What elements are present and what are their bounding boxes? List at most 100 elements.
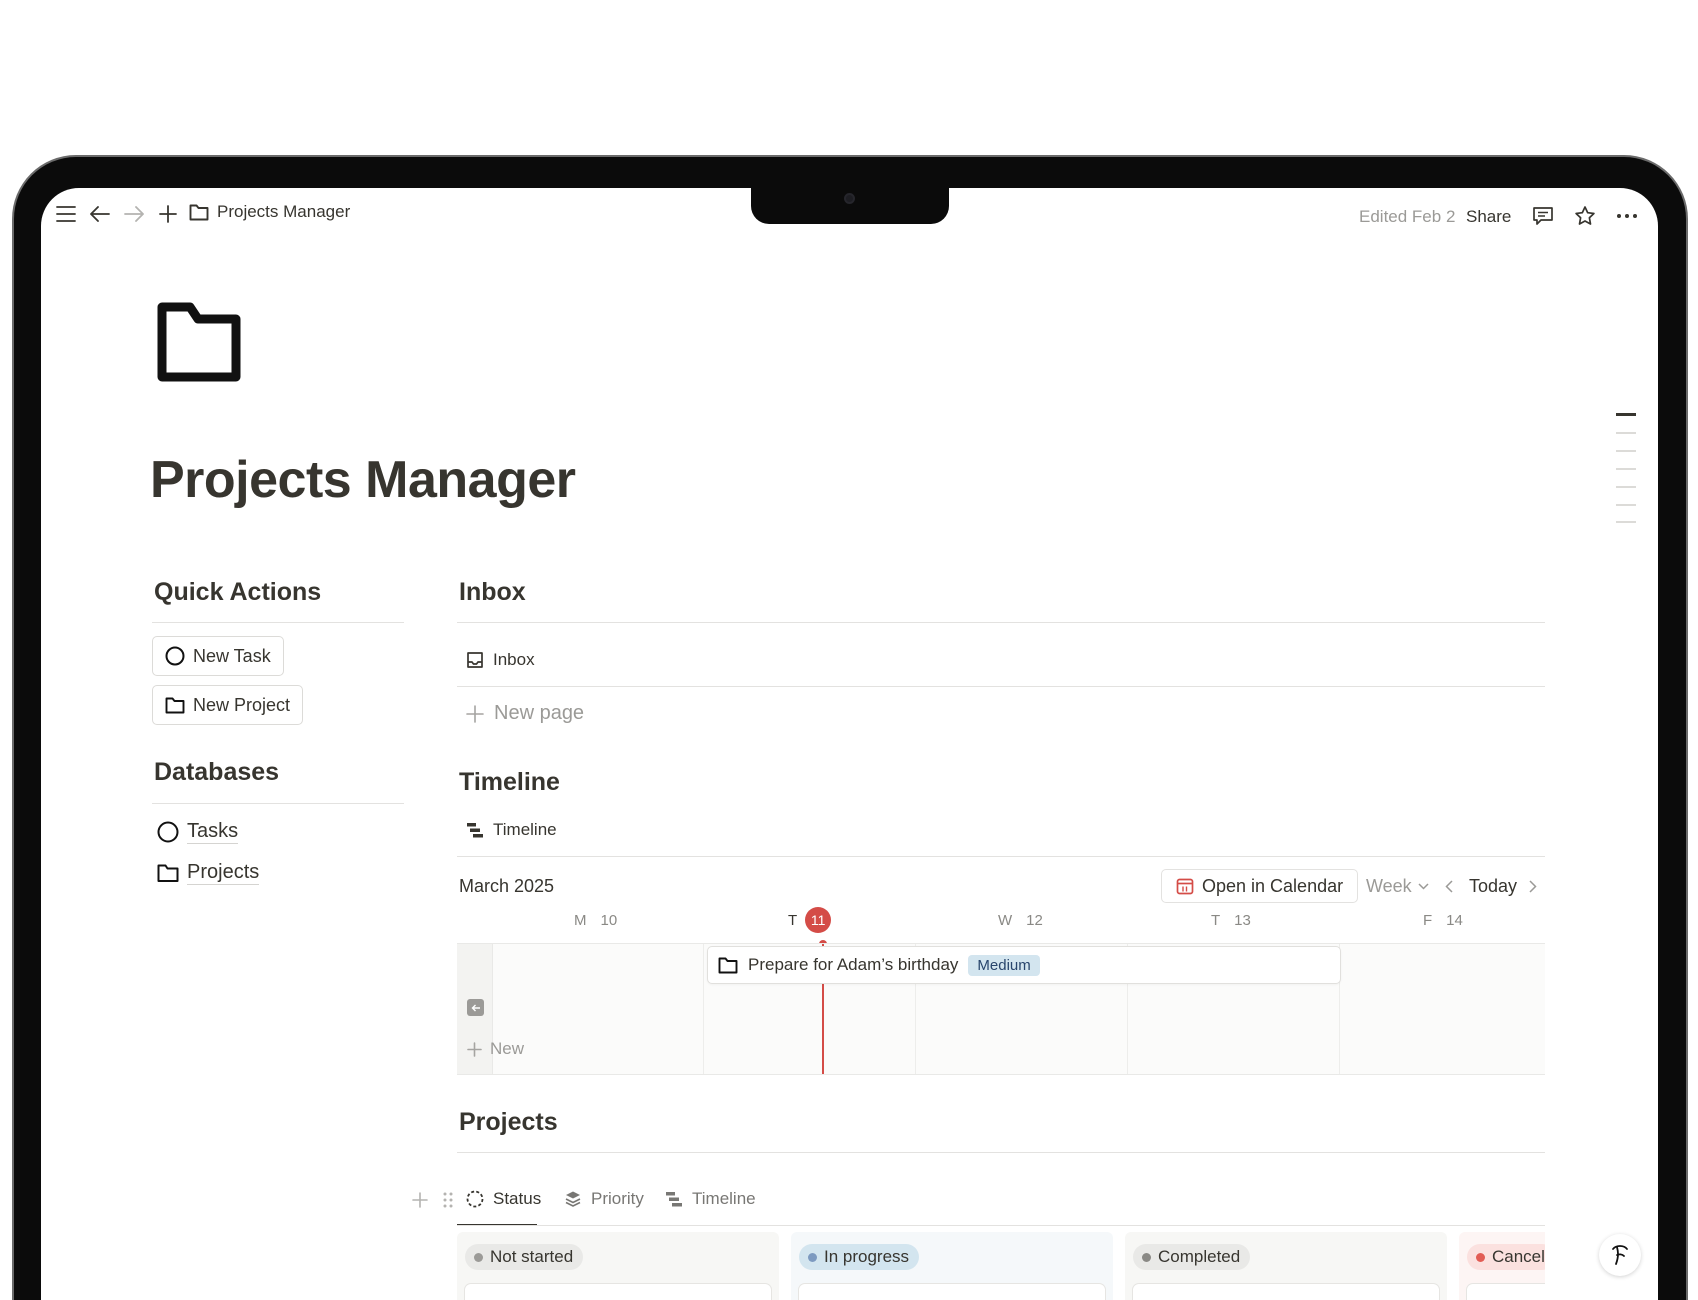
day-letter: T [788, 911, 798, 929]
quick-actions-divider [152, 622, 404, 623]
edited-timestamp: Edited Feb 2 [1359, 207, 1456, 226]
inbox-view-tab[interactable]: Inbox [466, 650, 535, 670]
page-title[interactable]: Projects Manager [150, 450, 576, 510]
day-header-fri: F 14 [1423, 912, 1463, 929]
inbox-view-label: Inbox [493, 650, 535, 669]
priority-tag: Medium [968, 954, 1040, 976]
day-header-mon: M 10 [574, 912, 617, 929]
card-placeholder[interactable] [1133, 1284, 1439, 1300]
timeline-new-button[interactable]: New [467, 1039, 524, 1059]
chevron-down-icon [1418, 883, 1429, 890]
day-number: 10 [600, 912, 618, 929]
tab-timeline[interactable]: Timeline [665, 1189, 756, 1209]
new-task-label: New Task [193, 645, 271, 666]
timeline-new-label: New [490, 1039, 525, 1058]
databases-divider [152, 803, 404, 804]
new-project-button[interactable]: New Project [152, 685, 304, 725]
timeline-view-label: Timeline [493, 820, 557, 839]
event-title: Prepare for Adam’s birthday [748, 955, 959, 974]
status-pill[interactable]: Not started [465, 1244, 584, 1270]
share-button[interactable]: Share [1466, 207, 1511, 227]
database-link-tasks[interactable]: Tasks [157, 820, 239, 844]
board-column-cancelled[interactable]: Cancel [1459, 1232, 1545, 1300]
new-task-button[interactable]: New Task [152, 636, 284, 676]
inbox-tray-icon [466, 651, 484, 669]
status-dot [1476, 1252, 1485, 1262]
quick-actions-heading: Quick Actions [154, 578, 322, 606]
timeline-icon [466, 822, 484, 838]
comments-icon[interactable] [1529, 202, 1557, 230]
favorite-star-icon[interactable] [1571, 202, 1599, 230]
plus-icon [466, 704, 484, 723]
page-outline[interactable] [1616, 413, 1636, 523]
day-header-thu: T 13 [1211, 912, 1251, 929]
folder-icon [157, 863, 179, 883]
day-number: 12 [1026, 912, 1043, 929]
drag-handle-icon[interactable] [441, 1191, 455, 1209]
camera-icon [844, 193, 855, 204]
new-page-label: New page [494, 702, 585, 724]
inbox-heading: Inbox [459, 578, 526, 606]
status-pill[interactable]: Completed [1133, 1244, 1251, 1270]
status-dot [474, 1252, 483, 1262]
tab-label: Priority [591, 1189, 644, 1208]
chevron-right-icon[interactable] [1523, 874, 1543, 898]
open-in-calendar-button[interactable]: Open in Calendar [1161, 869, 1359, 903]
forward-arrow-icon[interactable] [121, 201, 147, 227]
status-pill[interactable]: Cancel [1467, 1244, 1545, 1270]
day-letter: M [574, 912, 587, 929]
grid-line [703, 944, 704, 1074]
circle-icon [157, 821, 179, 843]
board-column-in-progress[interactable]: In progress [791, 1232, 1113, 1300]
timeline-view-divider [457, 856, 1545, 857]
status-label: Cancel [1492, 1247, 1545, 1266]
plus-icon [467, 1041, 482, 1057]
scroll-to-event-icon[interactable] [467, 999, 484, 1016]
ai-assistant-icon [1609, 1243, 1631, 1267]
breadcrumb-title: Projects Manager [217, 202, 351, 221]
database-link-projects[interactable]: Projects [157, 861, 260, 885]
day-header-tue: T 11 [788, 907, 832, 933]
range-select-label: Week [1366, 876, 1412, 896]
folder-icon [189, 203, 209, 221]
timeline-view-tab[interactable]: Timeline [466, 820, 557, 840]
inbox-divider [457, 622, 1545, 623]
timeline-heading: Timeline [459, 768, 560, 796]
layers-icon [564, 1190, 582, 1208]
card-placeholder[interactable] [465, 1284, 771, 1300]
range-select[interactable]: Week [1366, 876, 1429, 897]
page-folder-icon[interactable] [157, 302, 241, 387]
chevron-left-icon[interactable] [1439, 874, 1459, 898]
help-button[interactable] [1599, 1234, 1641, 1276]
sidebar-menu-icon[interactable] [53, 201, 79, 227]
day-letter: F [1423, 912, 1433, 929]
add-block-plus-icon[interactable] [411, 1191, 429, 1209]
status-dot [1142, 1252, 1151, 1262]
board-column-not-started[interactable]: Not started [457, 1232, 779, 1300]
new-page-plus-icon[interactable] [155, 201, 181, 227]
day-number: 14 [1446, 912, 1463, 929]
board-column-completed[interactable]: Completed [1125, 1232, 1447, 1300]
timeline-event-card[interactable]: Prepare for Adam’s birthday Medium [707, 946, 1341, 984]
card-placeholder[interactable] [1467, 1284, 1545, 1300]
card-placeholder[interactable] [799, 1284, 1105, 1300]
tab-status[interactable]: Status [466, 1189, 541, 1209]
board-viewport: Not started In progress Completed Cancel [457, 1232, 1545, 1300]
today-button[interactable]: Today [1469, 876, 1517, 897]
status-dot [808, 1252, 817, 1262]
back-arrow-icon[interactable] [87, 201, 113, 227]
status-label: In progress [824, 1247, 910, 1266]
more-options-icon[interactable] [1613, 202, 1641, 230]
database-link-label: Projects [187, 861, 260, 885]
timeline-month: March 2025 [459, 876, 555, 896]
inbox-new-page-button[interactable]: New page [466, 702, 584, 725]
status-pill[interactable]: In progress [799, 1244, 920, 1270]
breadcrumb[interactable]: Projects Manager [189, 202, 350, 222]
tab-label: Timeline [692, 1189, 756, 1208]
projects-heading: Projects [459, 1108, 558, 1136]
inbox-view-divider [457, 686, 1545, 687]
today-badge: 11 [805, 907, 832, 933]
camera-notch [751, 188, 949, 224]
app-window: Projects Manager Edited Feb 2 Share Proj… [41, 188, 1658, 1300]
tab-priority[interactable]: Priority [564, 1189, 644, 1209]
